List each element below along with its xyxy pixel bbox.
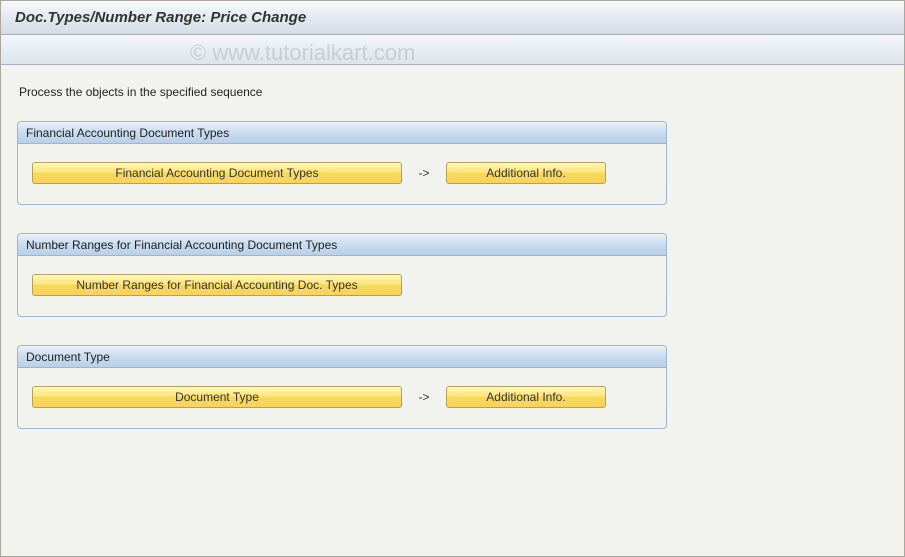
number-ranges-button[interactable]: Number Ranges for Financial Accounting D… (32, 274, 402, 296)
arrow-separator: -> (414, 390, 434, 404)
arrow-separator: -> (414, 166, 434, 180)
group-document-type: Document Type Document Type -> Additiona… (17, 345, 667, 429)
group-number-ranges: Number Ranges for Financial Accounting D… (17, 233, 667, 317)
page-title: Doc.Types/Number Range: Price Change (15, 9, 306, 26)
group-header: Financial Accounting Document Types (18, 122, 666, 144)
instruction-text: Process the objects in the specified seq… (19, 85, 888, 99)
financial-accounting-doc-types-button[interactable]: Financial Accounting Document Types (32, 162, 402, 184)
group-body: Financial Accounting Document Types -> A… (18, 144, 666, 204)
additional-info-button[interactable]: Additional Info. (446, 162, 606, 184)
title-bar: Doc.Types/Number Range: Price Change (1, 1, 904, 35)
group-header: Number Ranges for Financial Accounting D… (18, 234, 666, 256)
group-body: Number Ranges for Financial Accounting D… (18, 256, 666, 316)
application-toolbar (1, 35, 904, 65)
document-type-button[interactable]: Document Type (32, 386, 402, 408)
additional-info-button[interactable]: Additional Info. (446, 386, 606, 408)
group-financial-accounting-doc-types: Financial Accounting Document Types Fina… (17, 121, 667, 205)
group-body: Document Type -> Additional Info. (18, 368, 666, 428)
content-area: Process the objects in the specified seq… (1, 65, 904, 473)
group-header: Document Type (18, 346, 666, 368)
